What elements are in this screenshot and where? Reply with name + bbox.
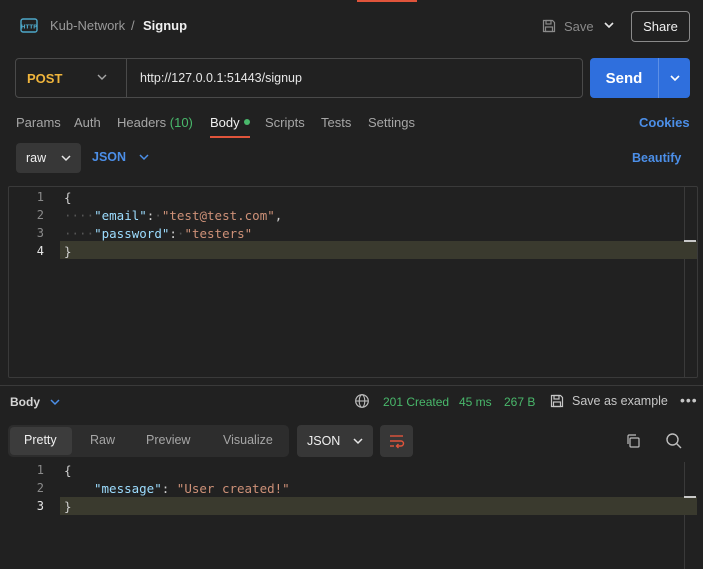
json-key: "email" [94,207,147,223]
chevron-down-icon [139,154,149,161]
pane-divider[interactable] [0,385,703,386]
active-tab-accent [357,0,417,2]
code-text: ····"password":·"testers" [64,226,252,241]
code-text: { [64,189,72,205]
code-line: 3 } [14,497,290,515]
json-colon: : [169,225,177,241]
tab-visualize[interactable]: Visualize [223,433,273,447]
tab-body[interactable]: Body [210,115,240,130]
tab-headers[interactable]: Headers (10) [117,115,193,130]
search-icon[interactable] [665,432,683,450]
headers-count-badge: (10) [169,115,193,130]
chevron-down-icon [61,155,71,162]
whitespace-marker: · [154,207,162,223]
response-format-select[interactable]: JSON [297,425,373,457]
send-options-button[interactable] [658,58,690,98]
more-options-icon[interactable]: ••• [680,392,698,408]
tab-headers-label: Headers [117,115,167,130]
tab-auth[interactable]: Auth [74,115,101,130]
code-line: 4 } [14,242,282,260]
response-code[interactable]: 1 { 2 "message": "User created!" 3 } [14,461,290,515]
url-divider [126,59,127,97]
code-line: 2 ····"email":·"test@test.com", [14,206,283,224]
line-number: 2 [36,481,44,495]
save-as-example-button[interactable]: Save as example [549,393,668,409]
editor-scroll-marker [684,240,696,242]
save-icon [550,394,564,408]
tab-tests[interactable]: Tests [321,115,351,130]
body-format-select[interactable]: JSON [92,150,150,164]
code-line: 2 "message": "User created!" [14,479,290,497]
response-format-value: JSON [307,434,341,448]
request-code: 1 { 2 ····"email":·"test@test.com", 3 ··… [14,188,283,260]
globe-icon[interactable] [354,393,370,409]
line-number: 3 [36,226,44,240]
json-value: "test@test.com" [161,207,275,223]
wrap-lines-icon [389,435,404,449]
json-colon: : [161,480,170,496]
wrap-lines-button[interactable] [380,425,413,457]
save-as-example-label: Save as example [572,394,668,408]
save-button[interactable]: Save [541,15,594,37]
copy-icon[interactable] [625,433,641,449]
code-line: 3 ····"password":·"testers" [14,224,282,242]
tab-preview[interactable]: Preview [146,433,190,447]
share-button[interactable]: Share [631,11,690,42]
save-icon [542,19,556,33]
editor-scrollbar-track[interactable] [684,187,685,377]
whitespace-marker: ···· [64,225,95,241]
tab-pretty[interactable]: Pretty [24,433,57,447]
json-key: "password" [94,225,170,241]
line-number: 1 [36,190,44,204]
chevron-down-icon[interactable] [95,70,109,84]
line-number: 1 [36,463,44,477]
response-scrollbar-track[interactable] [684,462,685,569]
body-format-value: JSON [92,150,127,164]
line-number: 2 [36,208,44,222]
save-label: Save [564,18,594,34]
body-mode-value: raw [26,151,47,165]
json-value: "User created!" [176,480,290,496]
response-size[interactable]: 267 B [504,395,535,409]
url-input[interactable]: http://127.0.0.1:51443/signup [140,71,302,85]
code-line: 1 { [14,461,290,479]
response-time[interactable]: 45 ms [459,395,492,409]
active-tab-underline [210,136,250,138]
request-title[interactable]: Signup [143,18,187,33]
code-text: { [64,462,72,478]
chevron-down-icon[interactable] [48,395,62,409]
send-button[interactable]: Send [590,58,658,98]
beautify-button[interactable]: Beautify [632,151,681,165]
body-mode-select[interactable]: raw [16,143,81,173]
cookies-link[interactable]: Cookies [639,115,690,130]
method-select[interactable]: POST [27,71,62,86]
chevron-down-icon [353,438,363,445]
tab-scripts[interactable]: Scripts [265,115,305,130]
tab-raw[interactable]: Raw [90,433,115,447]
http-request-icon: HTTP [20,18,38,33]
svg-text:HTTP: HTTP [21,25,37,31]
json-value: "testers" [184,225,253,241]
breadcrumb-collection[interactable]: Kub-Network [50,18,125,33]
breadcrumb-separator: / [131,18,135,33]
chevron-down-icon[interactable] [601,17,617,33]
code-text: "message": "User created!" [94,481,290,496]
response-section-toggle[interactable]: Body [10,395,40,409]
code-text: } [64,498,72,514]
chevron-down-icon [669,75,680,82]
line-number: 3 [36,499,44,513]
tab-settings[interactable]: Settings [368,115,415,130]
tab-params[interactable]: Params [16,115,61,130]
response-scroll-marker [684,496,696,498]
status-code[interactable]: 201 Created [383,395,449,409]
line-number: 4 [36,244,44,258]
code-text: ····"email":·"test@test.com", [64,208,282,223]
json-comma: , [274,207,283,223]
whitespace-marker: ···· [64,207,95,223]
code-line: 1 { [14,188,282,206]
json-key: "message" [94,480,162,496]
body-status-dot [244,119,250,125]
code-text: } [64,243,72,259]
